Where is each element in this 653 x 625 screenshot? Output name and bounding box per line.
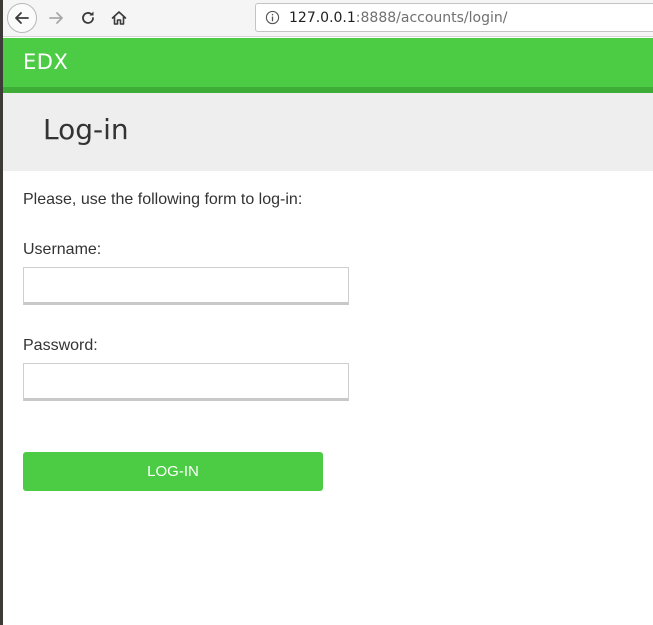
info-icon[interactable]: [265, 10, 280, 25]
reload-icon: [82, 11, 94, 24]
login-button[interactable]: LOG-IN: [23, 452, 323, 491]
username-input[interactable]: [23, 267, 349, 305]
page-title: Log-in: [43, 113, 129, 146]
back-button[interactable]: [7, 3, 37, 33]
arrow-right-icon: [49, 12, 63, 24]
username-label: Username:: [23, 241, 102, 258]
home-icon: [111, 11, 127, 25]
page-header: Log-in: [3, 93, 653, 171]
password-input[interactable]: [23, 363, 349, 401]
brand-logo[interactable]: EDX: [23, 50, 68, 74]
site-navbar: EDX: [3, 38, 653, 87]
url-path: :8888/accounts/login/: [355, 10, 508, 26]
browser-toolbar: 127.0.0.1:8888/accounts/login/: [3, 0, 653, 37]
url-host: 127.0.0.1: [289, 10, 356, 26]
intro-text: Please, use the following form to log-in…: [23, 191, 303, 208]
password-label: Password:: [23, 337, 98, 354]
url-text: 127.0.0.1:8888/accounts/login/: [289, 9, 507, 27]
reload-button[interactable]: [73, 3, 103, 33]
url-bar[interactable]: 127.0.0.1:8888/accounts/login/: [255, 3, 653, 32]
home-button[interactable]: [104, 3, 134, 33]
arrow-left-icon: [15, 12, 29, 24]
forward-button[interactable]: [41, 3, 71, 33]
